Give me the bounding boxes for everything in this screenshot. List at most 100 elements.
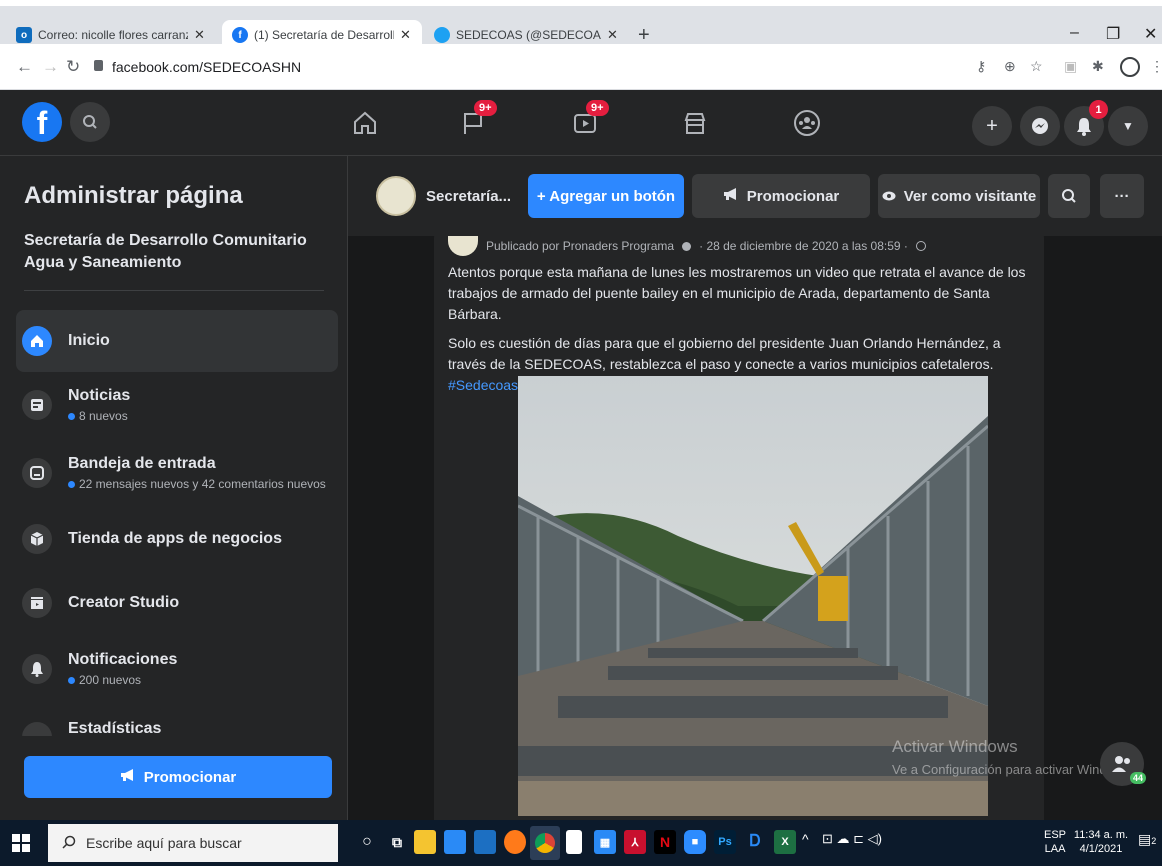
notif-count: 2 xyxy=(1151,836,1157,846)
url-field[interactable]: facebook.com/SEDECOASHN xyxy=(112,59,301,75)
edge-icon[interactable]: Ꭰ xyxy=(744,830,766,854)
close-icon[interactable]: ✕ xyxy=(400,27,411,43)
outlook-icon: o xyxy=(16,27,32,43)
promote-button[interactable]: Promocionar xyxy=(24,756,332,798)
sidebar-item-label: Estadísticas xyxy=(68,720,162,736)
sidebar-item-label: Notificaciones xyxy=(68,651,178,668)
post-paragraph: Solo es cuestión de días para que el gob… xyxy=(448,335,1001,372)
chrome-active-icon[interactable] xyxy=(530,826,560,860)
marketplace-icon[interactable] xyxy=(680,108,710,138)
excel-icon[interactable]: X xyxy=(774,830,796,854)
reload-icon[interactable]: ↻ xyxy=(66,57,80,77)
promote-header-button[interactable]: Promocionar xyxy=(692,174,870,218)
create-plus-icon[interactable]: + xyxy=(972,106,1012,146)
facebook-icon: f xyxy=(232,27,248,43)
tray-icons[interactable]: ⊡ ☁ ⊏ ◁) xyxy=(822,832,882,846)
sidebar-item-estadisticas[interactable]: Estadísticas xyxy=(16,704,338,736)
lock-icon xyxy=(94,60,103,71)
key-icon[interactable]: ⚷ xyxy=(976,58,986,75)
add-button-button[interactable]: + Agregar un botón xyxy=(528,174,684,218)
sidebar-item-sub: 200 nuevos xyxy=(79,673,142,687)
contacts-count-badge: 44 xyxy=(1129,772,1146,784)
page-avatar[interactable] xyxy=(376,176,416,216)
post-date[interactable]: · 28 de diciembre de 2020 a las 08:59 · xyxy=(699,239,908,253)
calculator-icon[interactable]: ▦ xyxy=(594,830,616,854)
close-window-icon[interactable]: ✕ xyxy=(1144,24,1157,44)
netflix-icon[interactable]: N xyxy=(654,830,676,854)
sidebar-item-label: Inicio xyxy=(68,332,110,349)
twitter-icon xyxy=(434,27,450,43)
action-center-icon[interactable]: ▤2 xyxy=(1138,832,1156,848)
view-as-visitor-button[interactable]: Ver como visitante xyxy=(878,174,1040,218)
post-header: Publicado por Pronaders Programa · 28 de… xyxy=(448,236,926,256)
cortana-icon[interactable]: ○ xyxy=(356,830,378,854)
page-header-name[interactable]: Secretaría... xyxy=(426,188,511,205)
sidebar-item-noticias[interactable]: Noticias 8 nuevos xyxy=(16,374,338,436)
forward-icon[interactable]: → xyxy=(42,57,59,77)
sidebar-item-label: Creator Studio xyxy=(68,594,180,611)
sidebar-item-tienda-apps[interactable]: Tienda de apps de negocios xyxy=(16,508,338,570)
search-icon[interactable] xyxy=(70,102,110,142)
bell-icon[interactable]: 1 xyxy=(1064,100,1108,146)
zoom-app-icon[interactable]: ■ xyxy=(684,830,706,854)
page-name[interactable]: Secretaría de Desarrollo Comunitario Agu… xyxy=(24,230,324,274)
clapperboard-icon xyxy=(22,588,52,618)
store-icon[interactable] xyxy=(474,830,496,854)
unread-dot xyxy=(68,412,75,420)
post: Publicado por Pronaders Programa · 28 de… xyxy=(434,236,1044,820)
close-icon[interactable]: ✕ xyxy=(607,27,618,43)
search-icon xyxy=(62,835,76,852)
account-chevron-down-icon[interactable]: ▼ xyxy=(1108,106,1148,146)
home-icon[interactable] xyxy=(350,108,380,138)
globe-icon xyxy=(915,241,926,251)
extension-icon[interactable]: ▣ xyxy=(1064,58,1077,75)
megaphone-icon xyxy=(120,768,136,786)
notification-badge: 1 xyxy=(1089,100,1108,119)
mail-icon[interactable] xyxy=(444,830,466,854)
messenger-icon[interactable] xyxy=(1020,106,1060,146)
feed: Publicado por Pronaders Programa · 28 de… xyxy=(348,236,1162,820)
sidebar-item-creator-studio[interactable]: Creator Studio xyxy=(16,572,338,634)
restore-icon[interactable]: ❐ xyxy=(1106,24,1120,44)
clock-date: 4/1/2021 xyxy=(1079,843,1123,855)
document-icon[interactable] xyxy=(566,830,582,854)
post-paragraph: Atentos porque esta mañana de lunes les … xyxy=(448,264,1026,322)
menu-dots-icon[interactable]: ⋮ xyxy=(1150,58,1162,75)
acrobat-icon[interactable]: ⅄ xyxy=(624,830,646,854)
bookmark-star-icon[interactable]: ☆ xyxy=(1030,58,1043,75)
watch-icon[interactable]: 9+ xyxy=(570,100,609,138)
windows-start-icon[interactable] xyxy=(12,834,30,852)
pages-flag-icon[interactable]: 9+ xyxy=(458,100,497,138)
unread-dot xyxy=(68,676,75,684)
firefox-icon[interactable] xyxy=(504,830,526,854)
language-indicator[interactable]: ESP LAA xyxy=(1044,828,1066,856)
manage-page-sidebar: Administrar página Secretaría de Desarro… xyxy=(0,156,348,820)
minimize-icon[interactable]: – xyxy=(1070,24,1079,42)
sidebar-item-inicio[interactable]: Inicio xyxy=(16,310,338,372)
photoshop-icon[interactable]: Ps xyxy=(714,830,736,854)
close-icon[interactable]: ✕ xyxy=(194,27,205,43)
zoom-icon[interactable]: ⊕ xyxy=(1004,58,1016,75)
back-icon[interactable]: ← xyxy=(16,57,33,77)
sidebar-item-bandeja[interactable]: Bandeja de entrada 22 mensajes nuevos y … xyxy=(16,442,338,504)
more-options-icon[interactable]: ··· xyxy=(1100,174,1144,218)
activation-watermark-title: Activar Windows xyxy=(892,737,1018,756)
post-avatar[interactable] xyxy=(448,236,478,256)
people-icon xyxy=(1112,756,1130,772)
task-view-icon[interactable]: ⧉ xyxy=(386,830,408,854)
profile-icon[interactable] xyxy=(1120,57,1140,77)
facebook-logo-icon[interactable]: f xyxy=(22,102,62,142)
puzzle-icon[interactable]: ✱ xyxy=(1092,58,1104,75)
sidebar-item-label: Noticias xyxy=(68,387,131,404)
clock[interactable]: 11:34 a. m. 4/1/2021 xyxy=(1072,828,1130,856)
search-icon[interactable] xyxy=(1048,174,1090,218)
post-author-meta[interactable]: Publicado por Pronaders Programa xyxy=(486,239,674,253)
news-feed-icon xyxy=(22,390,52,420)
file-explorer-icon[interactable] xyxy=(414,830,436,854)
facebook-top-bar: f 9+ 9+ + 1 ▼ xyxy=(0,90,1162,156)
taskbar-search-input[interactable]: Escribe aquí para buscar xyxy=(48,824,338,862)
tray-chevron-up-icon[interactable]: ^ xyxy=(802,832,809,846)
groups-icon[interactable] xyxy=(792,108,822,138)
sidebar-item-notificaciones[interactable]: Notificaciones 200 nuevos xyxy=(16,638,338,700)
new-message-contacts-button[interactable]: 44 xyxy=(1100,742,1146,786)
